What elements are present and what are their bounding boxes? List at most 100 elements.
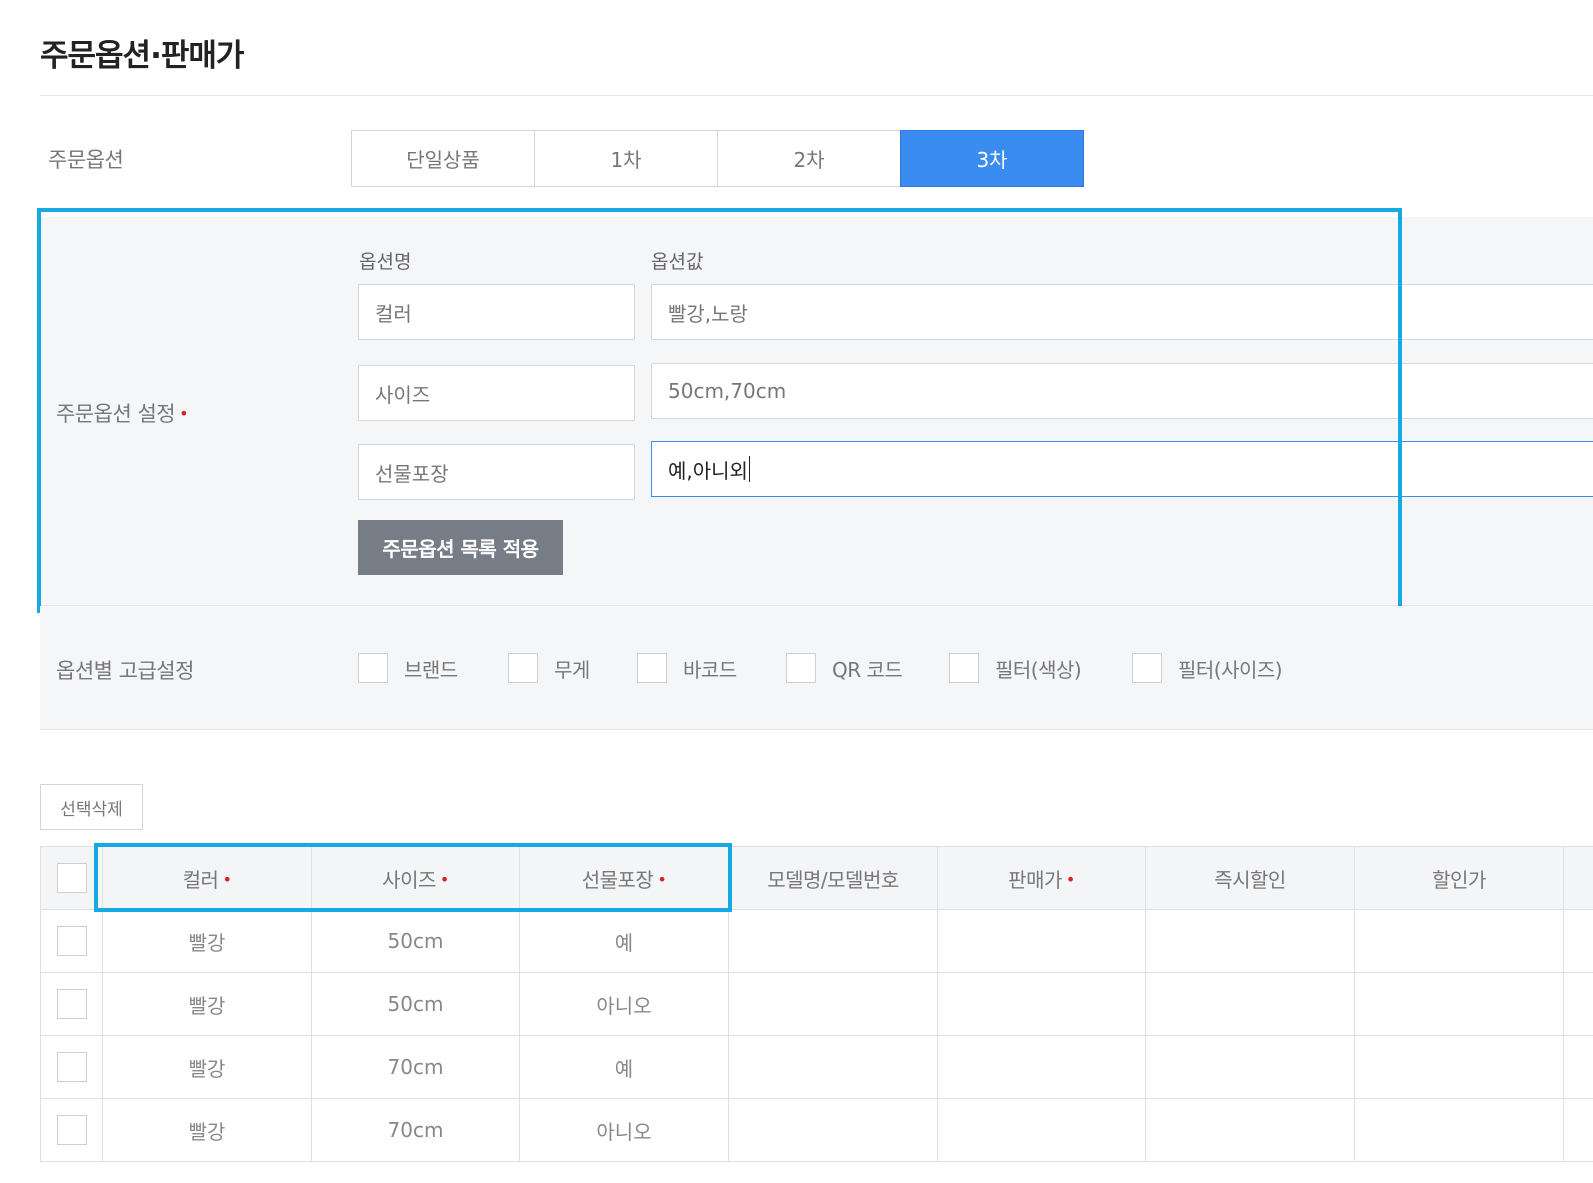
table-row: 빨강 70cm 예: [40, 1035, 1593, 1099]
row-checkbox[interactable]: [56, 926, 87, 956]
barcode-label: 바코드: [683, 657, 737, 682]
cell-price[interactable]: [937, 972, 1146, 1036]
tab-tier-2[interactable]: 2차: [717, 130, 901, 187]
cell-gift-wrap: 예: [519, 909, 729, 973]
option-combination-table: 컬러 • 사이즈 • 선물포장 • 모델명/모델번호 판매가 • 즉시할인 할인가 빨강…: [40, 846, 1593, 1162]
row-select-cell: [40, 1035, 103, 1099]
row-select-cell: [40, 1098, 103, 1162]
cell-size: 70cm: [311, 1035, 520, 1099]
cell-price[interactable]: [937, 909, 1146, 973]
size-header-text: 사이즈: [382, 867, 436, 892]
row-select-cell: [40, 972, 103, 1036]
cell-discount-price: [1354, 1098, 1564, 1162]
required-mark: •: [439, 869, 449, 889]
delete-selected-button[interactable]: 선택삭제: [40, 784, 143, 830]
column-header-gift-wrap: 선물포장 •: [519, 846, 729, 910]
weight-label: 무게: [554, 657, 590, 682]
cell-overflow: [1563, 1035, 1593, 1099]
option-value-field-1[interactable]: 빨강,노랑: [651, 284, 1593, 340]
option-value-field-3-text: 예,아니외: [668, 458, 748, 483]
apply-option-list-button[interactable]: 주문옵션 목록 적용: [358, 520, 563, 575]
option-settings-label-text: 주문옵션 설정: [56, 402, 176, 426]
text-caret: [748, 456, 750, 482]
cell-overflow: [1563, 972, 1593, 1036]
adv-option-filter-size[interactable]: 필터(사이즈): [1132, 652, 1283, 684]
cell-color: 빨강: [102, 909, 312, 973]
option-name-header: 옵션명: [359, 251, 412, 273]
cell-gift-wrap: 예: [519, 1035, 729, 1099]
table-row: 빨강 50cm 아니오: [40, 972, 1593, 1036]
cell-instant-discount[interactable]: [1145, 1098, 1355, 1162]
cell-discount-price: [1354, 972, 1564, 1036]
brand-checkbox[interactable]: [358, 653, 388, 683]
column-header-instant-discount: 즉시할인: [1145, 846, 1355, 910]
adv-option-qr-code[interactable]: QR 코드: [786, 652, 903, 684]
cell-model[interactable]: [728, 909, 938, 973]
option-tier-tabs: 단일상품 1차 2차 3차: [351, 130, 1084, 187]
cell-instant-discount[interactable]: [1145, 1035, 1355, 1099]
cell-gift-wrap: 아니오: [519, 1098, 729, 1162]
cell-price[interactable]: [937, 1035, 1146, 1099]
select-all-cell: [40, 846, 103, 910]
column-header-model: 모델명/모델번호: [728, 846, 938, 910]
required-mark: •: [222, 869, 232, 889]
title-divider: [40, 95, 1593, 96]
column-header-price: 판매가 •: [937, 846, 1146, 910]
cell-model[interactable]: [728, 1098, 938, 1162]
adv-option-barcode[interactable]: 바코드: [637, 652, 737, 684]
row-checkbox[interactable]: [56, 1052, 87, 1082]
price-header-text: 판매가: [1008, 867, 1062, 892]
column-header-color: 컬러 •: [102, 846, 312, 910]
option-settings-label: 주문옵션 설정 •: [56, 398, 189, 428]
filter-color-checkbox[interactable]: [949, 653, 979, 683]
row-select-cell: [40, 909, 103, 973]
option-name-field-1[interactable]: 컬러: [358, 284, 635, 340]
cell-gift-wrap: 아니오: [519, 972, 729, 1036]
filter-size-checkbox[interactable]: [1132, 653, 1162, 683]
option-value-field-3[interactable]: 예,아니외: [651, 441, 1593, 497]
cell-overflow: [1563, 1098, 1593, 1162]
option-value-field-2[interactable]: 50cm,70cm: [651, 363, 1593, 419]
required-mark: •: [1065, 869, 1075, 889]
cell-discount-price: [1354, 1035, 1564, 1099]
cell-size: 70cm: [311, 1098, 520, 1162]
select-all-checkbox[interactable]: [56, 863, 87, 893]
cell-overflow: [1563, 909, 1593, 973]
cell-color: 빨강: [102, 1098, 312, 1162]
qr-code-checkbox[interactable]: [786, 653, 816, 683]
table-row: 빨강 50cm 예: [40, 909, 1593, 973]
column-header-discount-price: 할인가: [1354, 846, 1564, 910]
adv-option-weight[interactable]: 무게: [508, 652, 590, 684]
cell-instant-discount[interactable]: [1145, 972, 1355, 1036]
tab-tier-1[interactable]: 1차: [534, 130, 718, 187]
cell-instant-discount[interactable]: [1145, 909, 1355, 973]
tab-single-product[interactable]: 단일상품: [351, 130, 535, 187]
adv-option-brand[interactable]: 브랜드: [358, 652, 458, 684]
option-name-field-2[interactable]: 사이즈: [358, 365, 635, 421]
option-name-field-3[interactable]: 선물포장: [358, 444, 635, 500]
cell-color: 빨강: [102, 972, 312, 1036]
brand-label: 브랜드: [404, 657, 458, 682]
weight-checkbox[interactable]: [508, 653, 538, 683]
row-checkbox[interactable]: [56, 1115, 87, 1145]
table-row: 빨강 70cm 아니오: [40, 1098, 1593, 1162]
option-value-header: 옵션값: [651, 251, 704, 273]
adv-option-filter-color[interactable]: 필터(색상): [949, 652, 1082, 684]
required-mark: •: [179, 404, 189, 423]
cell-price[interactable]: [937, 1098, 1146, 1162]
filter-size-label: 필터(사이즈): [1178, 657, 1283, 682]
cell-model[interactable]: [728, 1035, 938, 1099]
required-mark: •: [657, 869, 667, 889]
filter-color-label: 필터(색상): [995, 657, 1082, 682]
cell-model[interactable]: [728, 972, 938, 1036]
cell-size: 50cm: [311, 972, 520, 1036]
row-checkbox[interactable]: [56, 989, 87, 1019]
tab-tier-3[interactable]: 3차: [900, 130, 1084, 187]
barcode-checkbox[interactable]: [637, 653, 667, 683]
order-option-label: 주문옵션: [48, 148, 124, 172]
table-header-row: 컬러 • 사이즈 • 선물포장 • 모델명/모델번호 판매가 • 즉시할인 할인가: [40, 846, 1593, 910]
color-header-text: 컬러: [182, 867, 219, 892]
column-header-overflow: [1563, 846, 1593, 910]
gift-wrap-header-text: 선물포장: [581, 867, 654, 892]
cell-color: 빨강: [102, 1035, 312, 1099]
